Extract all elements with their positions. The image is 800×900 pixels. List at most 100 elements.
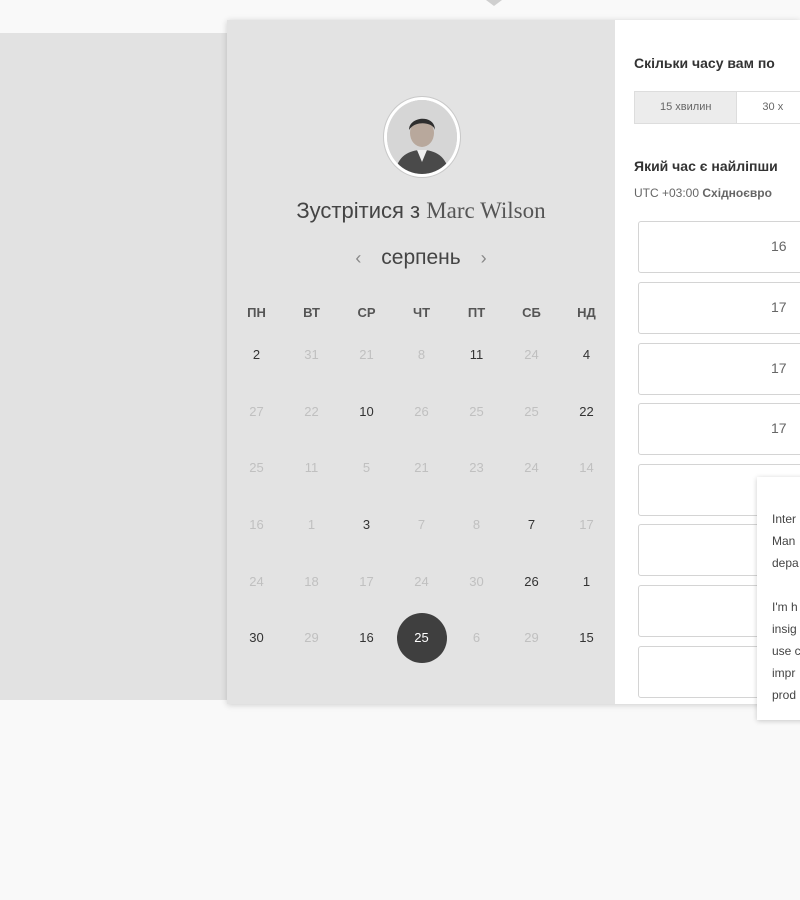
- calendar-day: 14: [559, 443, 614, 493]
- duration-question: Скільки часу вам по: [634, 55, 775, 71]
- calendar-day-number: 1: [582, 573, 591, 589]
- calendar-day-number: 4: [582, 347, 591, 363]
- calendar-day[interactable]: 4: [559, 330, 614, 380]
- calendar-day: 26: [394, 387, 449, 437]
- calendar-day[interactable]: 1: [559, 557, 614, 607]
- calendar-day: 21: [339, 330, 394, 380]
- calendar-day-number: 25: [524, 403, 539, 419]
- time-slot-label: 16: [771, 238, 787, 254]
- calendar-day[interactable]: 15: [559, 613, 614, 663]
- next-month-icon[interactable]: ›: [467, 248, 501, 268]
- calendar-day-number: 1: [307, 517, 316, 533]
- bio-line: [772, 574, 800, 596]
- calendar-day: 5: [339, 443, 394, 493]
- calendar-day-number: 11: [469, 347, 484, 363]
- person-avatar-icon: [387, 100, 457, 174]
- page-backdrop: [0, 33, 230, 700]
- calendar-day: 6: [449, 613, 504, 663]
- host-name: Marc Wilson: [426, 198, 546, 223]
- calendar-day-number: 22: [304, 403, 319, 419]
- calendar-day-number: 25: [249, 460, 264, 476]
- calendar-week: 27 22 10 26 25 25 22: [229, 384, 615, 441]
- calendar-day-number: 2: [252, 347, 261, 363]
- calendar-day[interactable]: 26: [504, 557, 559, 607]
- calendar-day-number: 26: [414, 403, 429, 419]
- calendar-day-number: 7: [417, 517, 426, 533]
- calendar-day-number: 10: [359, 403, 374, 419]
- calendar-day: 25: [449, 387, 504, 437]
- calendar-day-number: 25: [396, 613, 447, 664]
- calendar-week: 2 31 21 8 11 24 4: [229, 327, 615, 384]
- time-slot[interactable]: 17: [638, 343, 800, 395]
- calendar-day: 11: [284, 443, 339, 493]
- calendar-day-selected[interactable]: 25: [394, 613, 449, 664]
- duration-tab[interactable]: 30 х: [737, 91, 800, 124]
- calendar-day[interactable]: 22: [559, 387, 614, 437]
- calendar-day[interactable]: 10: [339, 387, 394, 437]
- bio-line: depa: [772, 556, 799, 570]
- prev-month-icon[interactable]: ‹: [341, 248, 375, 268]
- bio-line: prod: [772, 688, 797, 702]
- calendar-day-number: 5: [362, 460, 371, 476]
- calendar-day[interactable]: 2: [229, 330, 284, 380]
- calendar-day[interactable]: 16: [339, 613, 394, 663]
- calendar-day-number: 24: [414, 573, 429, 589]
- calendar-panel: Зустрітися з Marc Wilson ‹ серпень › ПН …: [227, 20, 615, 704]
- time-slot-label: 17: [771, 360, 787, 376]
- time-slot[interactable]: 17: [638, 282, 800, 334]
- calendar-day-number: 24: [249, 573, 264, 589]
- month-label: серпень: [381, 246, 461, 269]
- duration-tab[interactable]: 15 хвилин: [634, 91, 738, 124]
- bio-line: impr: [772, 666, 796, 680]
- calendar-grid: ПН ВТ СР ЧТ ПТ СБ НД 2 31 21 8 11 24 4 27 22 10 26…: [229, 305, 615, 667]
- calendar-day-number: 11: [304, 460, 319, 476]
- calendar-day-number: 24: [524, 460, 539, 476]
- calendar-day: 27: [229, 387, 284, 437]
- calendar-day[interactable]: 30: [229, 613, 284, 663]
- host-bio-popover: Inter Man depa I'm h insig use c impr pr…: [757, 477, 800, 720]
- time-slot-label: 17: [771, 299, 787, 315]
- calendar-day-number: 30: [249, 630, 264, 646]
- calendar-day: 25: [504, 387, 559, 437]
- calendar-day[interactable]: 3: [339, 500, 394, 550]
- calendar-day-number: 7: [527, 517, 536, 533]
- weekday-label: ЧТ: [412, 305, 431, 320]
- calendar-day: 22: [284, 387, 339, 437]
- calendar-day-number: 29: [304, 630, 319, 646]
- calendar-day: 30: [449, 557, 504, 607]
- calendar-day[interactable]: 7: [504, 500, 559, 550]
- calendar-day-number: 30: [469, 573, 484, 589]
- timezone-line: UTC +03:00 Східноєвро: [634, 186, 772, 200]
- calendar-day-number: 3: [362, 517, 371, 533]
- booking-card: Зустрітися з Marc Wilson ‹ серпень › ПН …: [227, 20, 800, 704]
- calendar-day: 8: [449, 500, 504, 550]
- weekday-header: ПН ВТ СР ЧТ ПТ СБ НД: [229, 305, 615, 327]
- calendar-day-number: 14: [579, 460, 594, 476]
- weekday-label: НД: [577, 305, 596, 320]
- calendar-day: 23: [449, 443, 504, 493]
- calendar-day: 29: [504, 613, 559, 663]
- weekday-label: ПН: [247, 305, 266, 320]
- top-pointer: [486, 0, 502, 6]
- calendar-day-number: 17: [359, 573, 374, 589]
- calendar-week: 16 1 3 7 8 7 17: [229, 497, 615, 554]
- calendar-day-number: 18: [304, 573, 319, 589]
- weekday-label: ВТ: [303, 305, 320, 320]
- calendar-day: 17: [339, 557, 394, 607]
- calendar-day: 8: [394, 330, 449, 380]
- bio-line: Man: [772, 534, 796, 548]
- calendar-day-number: 8: [417, 347, 426, 363]
- calendar-day-number: 21: [359, 347, 374, 363]
- calendar-day[interactable]: 11: [449, 330, 504, 380]
- bio-line: use c: [772, 644, 800, 658]
- time-slot[interactable]: 17: [638, 403, 800, 455]
- calendar-day: 7: [394, 500, 449, 550]
- weekday-label: СР: [357, 305, 376, 320]
- time-slot[interactable]: 16: [638, 221, 800, 273]
- calendar-day-number: 26: [524, 573, 539, 589]
- calendar-day: 24: [229, 557, 284, 607]
- calendar-day: 29: [284, 613, 339, 663]
- calendar-day-number: 15: [579, 630, 594, 646]
- calendar-day: 16: [229, 500, 284, 550]
- calendar-weeks: 2 31 21 8 11 24 4 27 22 10 26 25 25 22 25 11 5 21 23 24 14 16…: [229, 327, 615, 667]
